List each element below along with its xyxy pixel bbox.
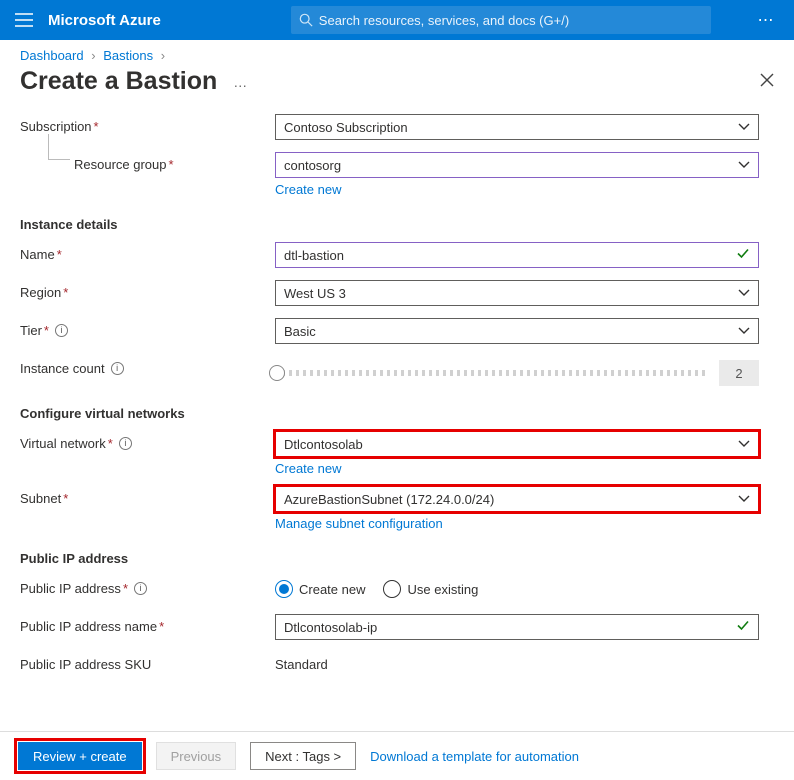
pip-name-input[interactable]: Dtlcontosolab-ip [275, 614, 759, 640]
info-icon[interactable]: i [111, 362, 124, 375]
next-button[interactable]: Next : Tags > [250, 742, 356, 770]
label-pip-name: Public IP address name* [20, 614, 275, 634]
region-select[interactable]: West US 3 [275, 280, 759, 306]
hamburger-menu-button[interactable] [8, 4, 40, 36]
breadcrumb-dashboard[interactable]: Dashboard [20, 48, 84, 63]
label-instance-count: Instance count i [20, 356, 275, 376]
brand-label: Microsoft Azure [48, 12, 161, 29]
label-region: Region* [20, 280, 275, 300]
chevron-down-icon [738, 289, 750, 297]
chevron-down-icon [738, 440, 750, 448]
title-more-button[interactable]: … [233, 74, 248, 90]
manage-subnet-link[interactable]: Manage subnet configuration [275, 516, 443, 531]
check-icon [736, 247, 750, 264]
label-virtual-network: Virtual network* i [20, 431, 275, 451]
subnet-select[interactable]: AzureBastionSubnet (172.24.0.0/24) [275, 486, 759, 512]
slider-thumb[interactable] [269, 365, 285, 381]
top-bar: Microsoft Azure ⋯ [0, 0, 794, 40]
search-icon [299, 13, 313, 27]
chevron-down-icon [738, 161, 750, 169]
download-template-link[interactable]: Download a template for automation [370, 749, 579, 764]
global-search-input[interactable] [319, 13, 703, 28]
previous-button: Previous [156, 742, 237, 770]
section-virtual-networks: Configure virtual networks [20, 406, 774, 421]
label-tier: Tier* i [20, 318, 275, 338]
label-pip-sku: Public IP address SKU [20, 652, 275, 672]
label-public-ip: Public IP address* i [20, 576, 275, 596]
chevron-down-icon [738, 123, 750, 131]
chevron-right-icon: › [161, 48, 165, 63]
pip-radio-create-new[interactable]: Create new [275, 580, 365, 598]
footer-bar: Review + create Previous Next : Tags > D… [0, 731, 794, 780]
radio-icon [275, 580, 293, 598]
topbar-more-button[interactable]: ⋯ [746, 10, 786, 30]
global-search[interactable] [291, 6, 711, 34]
title-row: Create a Bastion … [0, 67, 794, 104]
form: Subscription* Contoso Subscription Resou… [0, 104, 794, 680]
chevron-down-icon [738, 495, 750, 503]
resource-group-select[interactable]: contosorg [275, 152, 759, 178]
pip-radio-use-existing[interactable]: Use existing [383, 580, 478, 598]
close-icon[interactable] [760, 71, 774, 92]
name-input[interactable]: dtl-bastion [275, 242, 759, 268]
pip-sku-value: Standard [275, 652, 759, 672]
breadcrumb-bastions[interactable]: Bastions [103, 48, 153, 63]
section-public-ip: Public IP address [20, 551, 774, 566]
subscription-select[interactable]: Contoso Subscription [275, 114, 759, 140]
label-resource-group: Resource group* [20, 152, 275, 172]
info-icon[interactable]: i [55, 324, 68, 337]
label-subscription: Subscription* [20, 114, 275, 134]
create-new-vnet-link[interactable]: Create new [275, 461, 341, 476]
radio-icon [383, 580, 401, 598]
chevron-down-icon [738, 327, 750, 335]
info-icon[interactable]: i [119, 437, 132, 450]
label-name: Name* [20, 242, 275, 262]
section-instance-details: Instance details [20, 217, 774, 232]
info-icon[interactable]: i [134, 582, 147, 595]
virtual-network-select[interactable]: Dtlcontosolab [275, 431, 759, 457]
label-subnet: Subnet* [20, 486, 275, 506]
instance-count-value: 2 [719, 360, 759, 386]
chevron-right-icon: › [91, 48, 95, 63]
create-new-rg-link[interactable]: Create new [275, 182, 341, 197]
tier-select[interactable]: Basic [275, 318, 759, 344]
check-icon [736, 619, 750, 636]
instance-count-slider[interactable] [275, 370, 709, 376]
review-create-button[interactable]: Review + create [18, 742, 142, 770]
page-title: Create a Bastion [20, 67, 217, 96]
breadcrumb: Dashboard › Bastions › [0, 40, 794, 67]
